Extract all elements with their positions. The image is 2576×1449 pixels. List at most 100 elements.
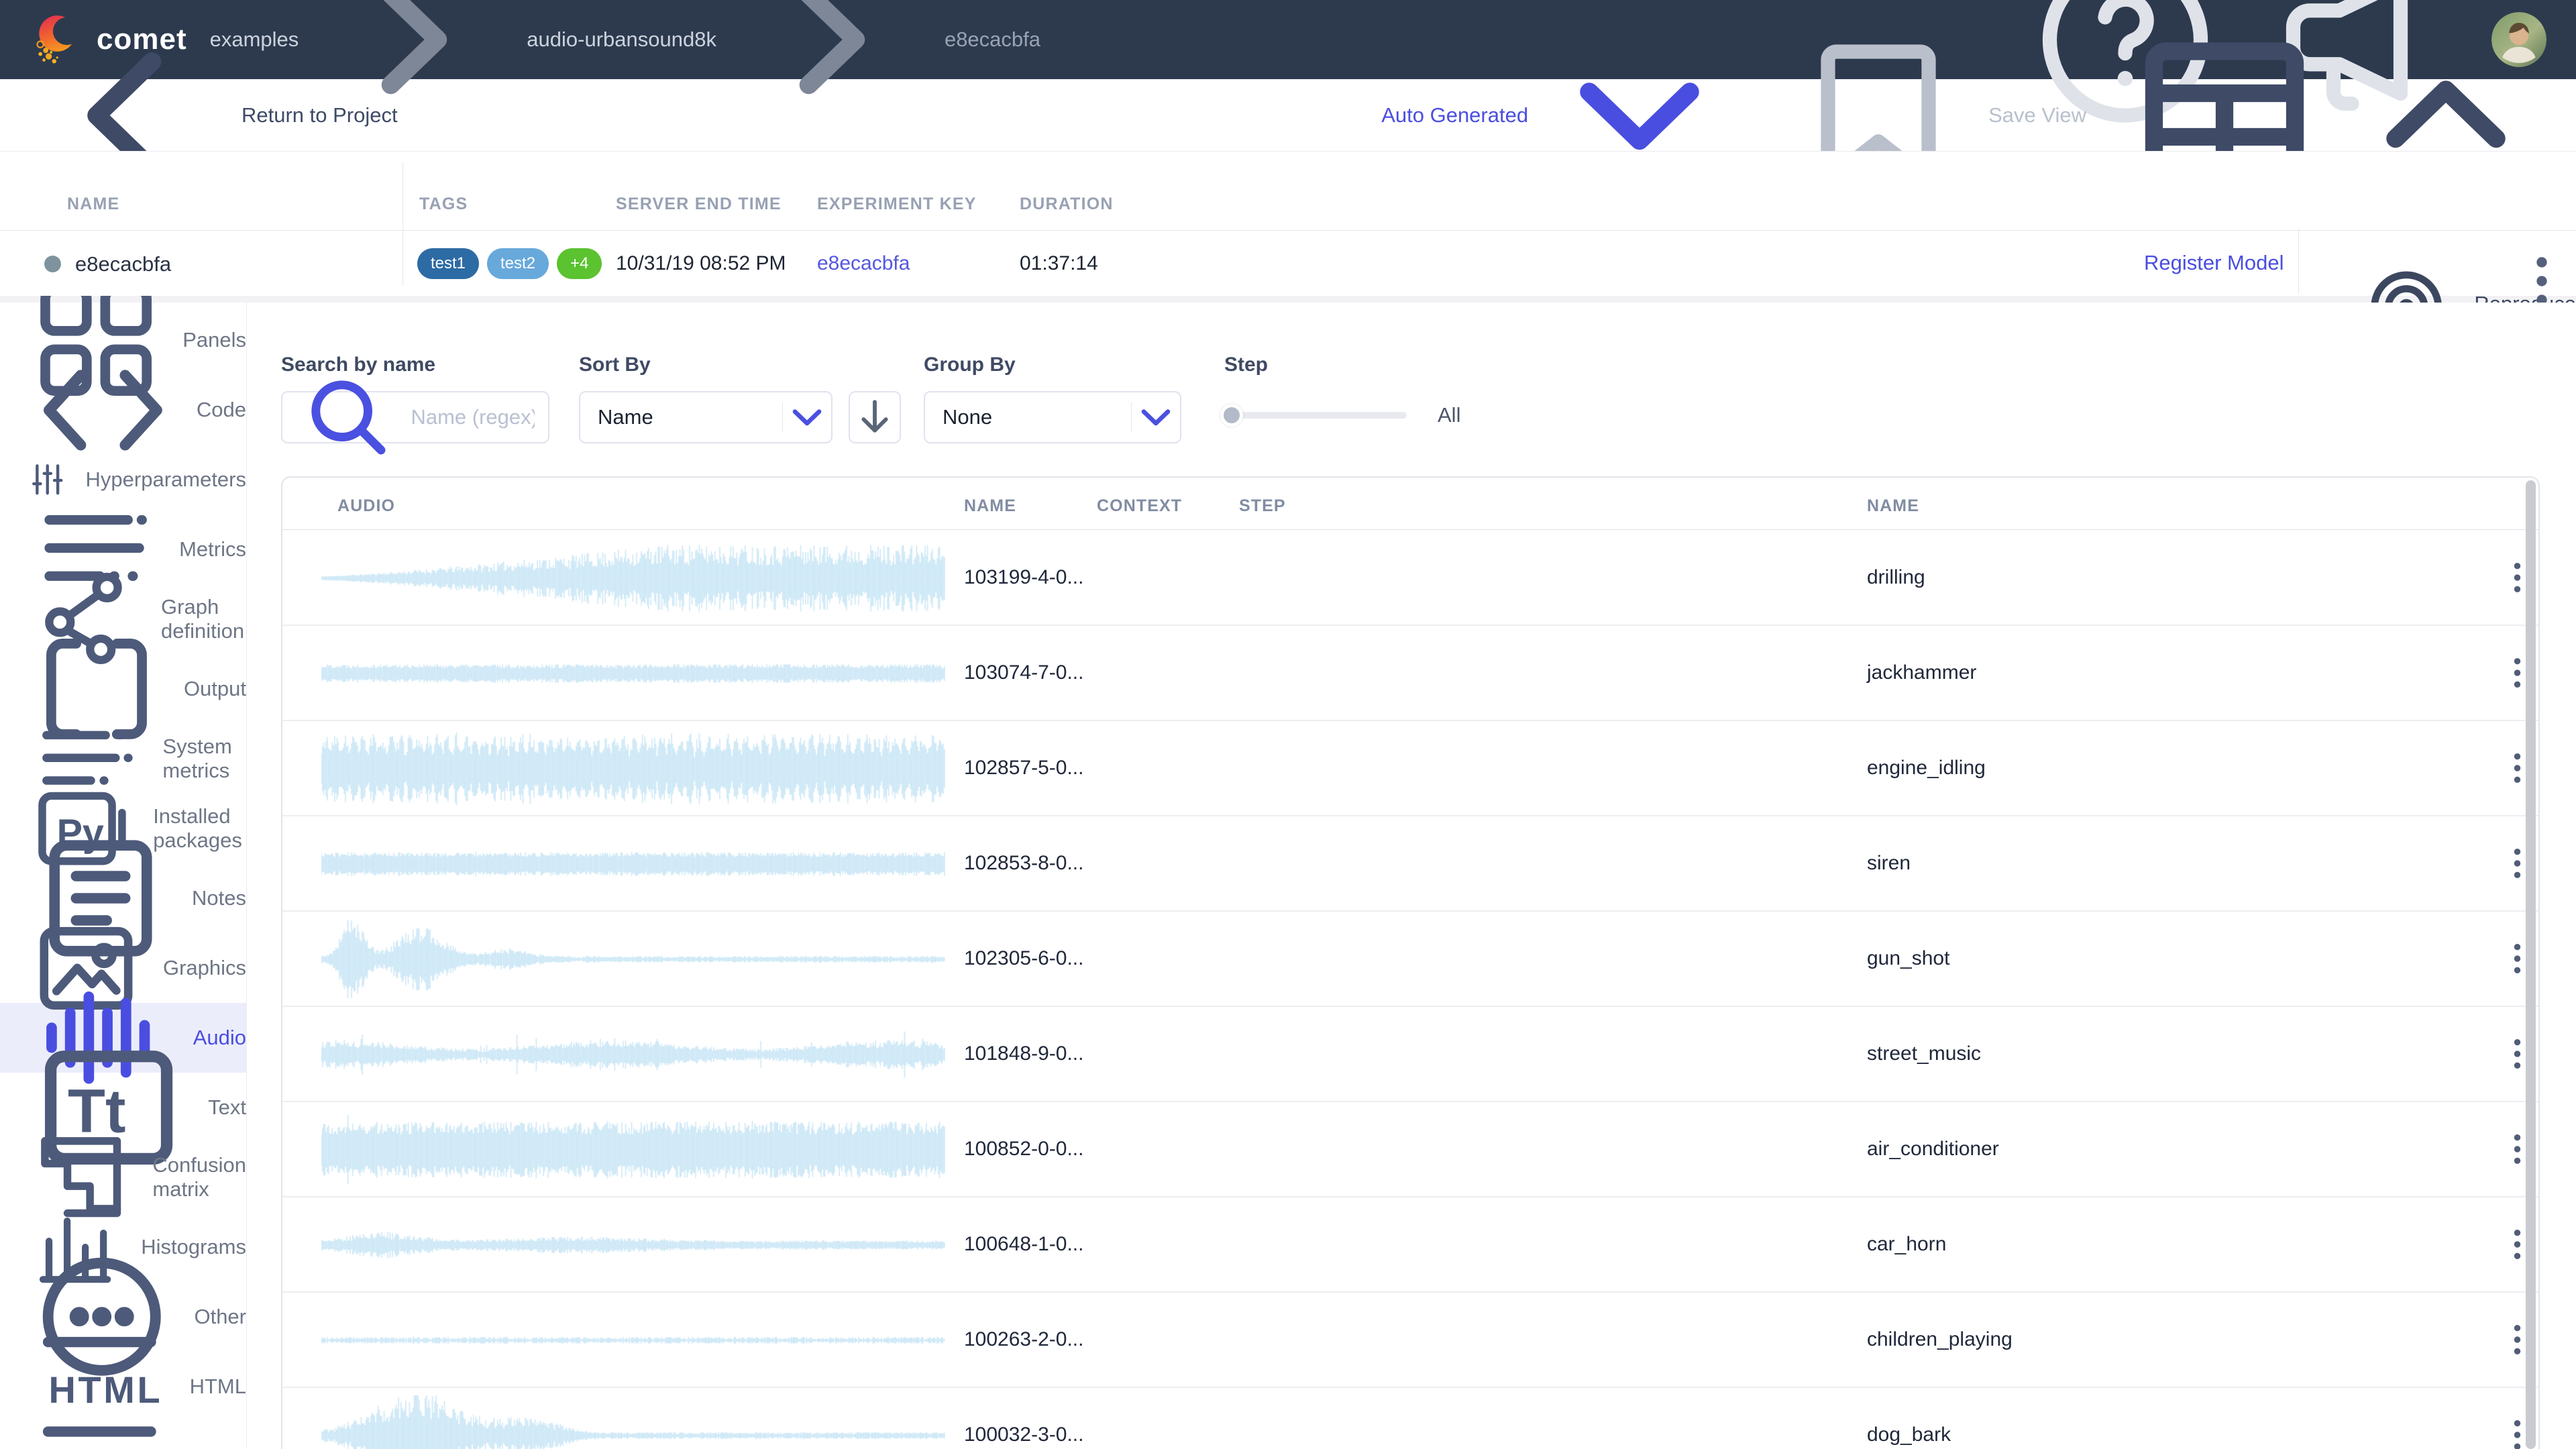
- audio-row: 102857-5-0... engine_idling: [282, 721, 2538, 816]
- column-header-tags[interactable]: TAGS: [419, 195, 468, 214]
- audio-file-name: 100263-2-0...: [964, 1328, 1083, 1351]
- audio-row: 100032-3-0... dog_bark: [282, 1388, 2538, 1449]
- duration-value: 01:37:14: [1020, 252, 1098, 275]
- group-by-select[interactable]: None: [924, 391, 1181, 443]
- audio-row: 102853-8-0... siren: [282, 816, 2538, 912]
- sidebar-item-label: Audio: [193, 1026, 246, 1050]
- arrow-down-icon: [850, 392, 900, 442]
- experiment-name[interactable]: e8ecacbfa: [75, 252, 171, 276]
- sort-by-select[interactable]: Name: [579, 391, 833, 443]
- audio-table-header: AUDIO NAME CONTEXT STEP NAME: [282, 478, 2538, 530]
- audio-file-name: 100648-1-0...: [964, 1233, 1083, 1256]
- chevron-down-icon: [783, 393, 831, 441]
- experiment-key-link[interactable]: e8ecacbfa: [817, 252, 910, 275]
- sidebar-item-label: Metrics: [179, 537, 246, 561]
- audio-file-name: 102305-6-0...: [964, 947, 1083, 970]
- audio-row: 100648-1-0... car_horn: [282, 1197, 2538, 1293]
- step-column-header[interactable]: STEP: [1239, 496, 1286, 516]
- audio-label: drilling: [1867, 566, 1925, 589]
- audio-waveform[interactable]: [321, 1299, 945, 1382]
- experiment-sidebar: Panels Code Hyperparameters Metrics Grap…: [0, 303, 247, 1449]
- audio-waveform[interactable]: [321, 537, 945, 620]
- svg-text:HTML: HTML: [48, 1368, 162, 1410]
- audio-rows: 103199-4-0... drilling 103074-7-0... jac…: [282, 531, 2538, 1449]
- experiment-status-dot: [44, 256, 61, 272]
- register-model-button[interactable]: Register Model: [2144, 251, 2284, 275]
- audio-row: 100263-2-0... children_playing: [282, 1293, 2538, 1388]
- breadcrumb-item[interactable]: audio-urbansound8k: [527, 28, 716, 52]
- sidebar-item-label: HTML: [190, 1375, 246, 1399]
- audio-waveform[interactable]: [321, 1108, 945, 1191]
- step-slider-thumb[interactable]: [1220, 404, 1243, 427]
- header-divider: [0, 230, 2576, 231]
- audio-label: siren: [1867, 852, 1911, 875]
- vertical-scrollbar[interactable]: [2526, 480, 2536, 1449]
- group-filter-group: Group By None: [924, 354, 1181, 443]
- label-column-header[interactable]: NAME: [1867, 496, 1919, 516]
- audio-file-name: 102853-8-0...: [964, 852, 1083, 875]
- experiment-tag[interactable]: test2: [487, 248, 549, 279]
- sidebar-item-label: Graph definition: [161, 595, 246, 643]
- name-column-header[interactable]: NAME: [964, 496, 1016, 516]
- experiment-toolbar: Return to Project Auto Generated Save Vi…: [0, 79, 2576, 151]
- audio-label: gun_shot: [1867, 947, 1949, 970]
- audio-waveform[interactable]: [321, 1013, 945, 1096]
- sort-direction-button[interactable]: [849, 391, 901, 443]
- context-column-header[interactable]: CONTEXT: [1097, 496, 1182, 516]
- return-to-project-label: Return to Project: [241, 103, 398, 127]
- audio-table-panel: AUDIO NAME CONTEXT STEP NAME 103199-4-0.…: [281, 476, 2540, 1449]
- chevron-right-icon: [730, 0, 931, 140]
- column-header-experiment-key[interactable]: EXPERIMENT KEY: [817, 195, 977, 214]
- sidebar-item-label: Code: [197, 398, 246, 422]
- actions-divider: [2298, 229, 2299, 294]
- audio-waveform[interactable]: [321, 1394, 945, 1449]
- sidebar-item-label: System metrics: [162, 735, 246, 783]
- sidebar-item-label: Notes: [192, 886, 246, 910]
- breadcrumb-item[interactable]: e8ecacbfa: [945, 28, 1040, 52]
- sidebar-item[interactable]: Code: [0, 375, 246, 445]
- audio-waveform[interactable]: [321, 632, 945, 715]
- audio-file-name: 100852-0-0...: [964, 1138, 1083, 1161]
- audio-waveform[interactable]: [321, 822, 945, 906]
- step-slider: All: [1224, 403, 1460, 427]
- search-input[interactable]: [411, 405, 535, 429]
- audio-row: 101848-9-0... street_music: [282, 1007, 2538, 1102]
- column-divider: [402, 162, 403, 286]
- experiment-tag[interactable]: test1: [417, 248, 479, 279]
- audio-file-name: 101848-9-0...: [964, 1042, 1083, 1065]
- sidebar-item[interactable]: HTML HTML: [0, 1352, 246, 1421]
- chevron-down-icon: [1132, 393, 1180, 441]
- audio-row: 103199-4-0... drilling: [282, 531, 2538, 626]
- column-header-name[interactable]: NAME: [67, 195, 119, 214]
- audio-row: 102305-6-0... gun_shot: [282, 912, 2538, 1007]
- server-end-time-value: 10/31/19 08:52 PM: [616, 252, 786, 275]
- group-by-label: Group By: [924, 354, 1181, 376]
- audio-file-name: 103074-7-0...: [964, 661, 1083, 684]
- sidebar-item-label: Panels: [182, 328, 246, 352]
- view-selector-value: Auto Generated: [1381, 103, 1528, 127]
- search-input-wrapper: [281, 391, 549, 443]
- step-slider-track[interactable]: [1224, 412, 1407, 419]
- experiment-tags: test1 test2 +4: [417, 248, 602, 279]
- search-filter-group: Search by name: [281, 354, 549, 443]
- audio-label: engine_idling: [1867, 757, 1986, 780]
- audio-file-name: 100032-3-0...: [964, 1424, 1083, 1446]
- step-filter-group: Step All: [1224, 354, 1460, 427]
- step-value: All: [1438, 403, 1460, 427]
- experiment-tag[interactable]: +4: [557, 248, 602, 279]
- audio-column-header[interactable]: AUDIO: [337, 496, 395, 516]
- app-root: comet examplesaudio-urbansound8ke8ecacbf…: [0, 0, 2576, 1449]
- sort-by-label: Sort By: [579, 354, 901, 376]
- audio-label: jackhammer: [1867, 661, 1976, 684]
- audio-waveform[interactable]: [321, 727, 945, 810]
- audio-row: 100852-0-0... air_conditioner: [282, 1102, 2538, 1197]
- audio-label: children_playing: [1867, 1328, 2012, 1351]
- sort-filter-group: Sort By Name: [579, 354, 901, 443]
- column-header-server-end-time[interactable]: SERVER END TIME: [616, 195, 782, 214]
- audio-label: dog_bark: [1867, 1424, 1951, 1446]
- column-header-duration[interactable]: DURATION: [1020, 195, 1114, 214]
- audio-waveform[interactable]: [321, 918, 945, 1001]
- audio-waveform[interactable]: [321, 1203, 945, 1287]
- sidebar-item-label: Confusion matrix: [152, 1153, 246, 1201]
- audio-file-name: 103199-4-0...: [964, 566, 1083, 589]
